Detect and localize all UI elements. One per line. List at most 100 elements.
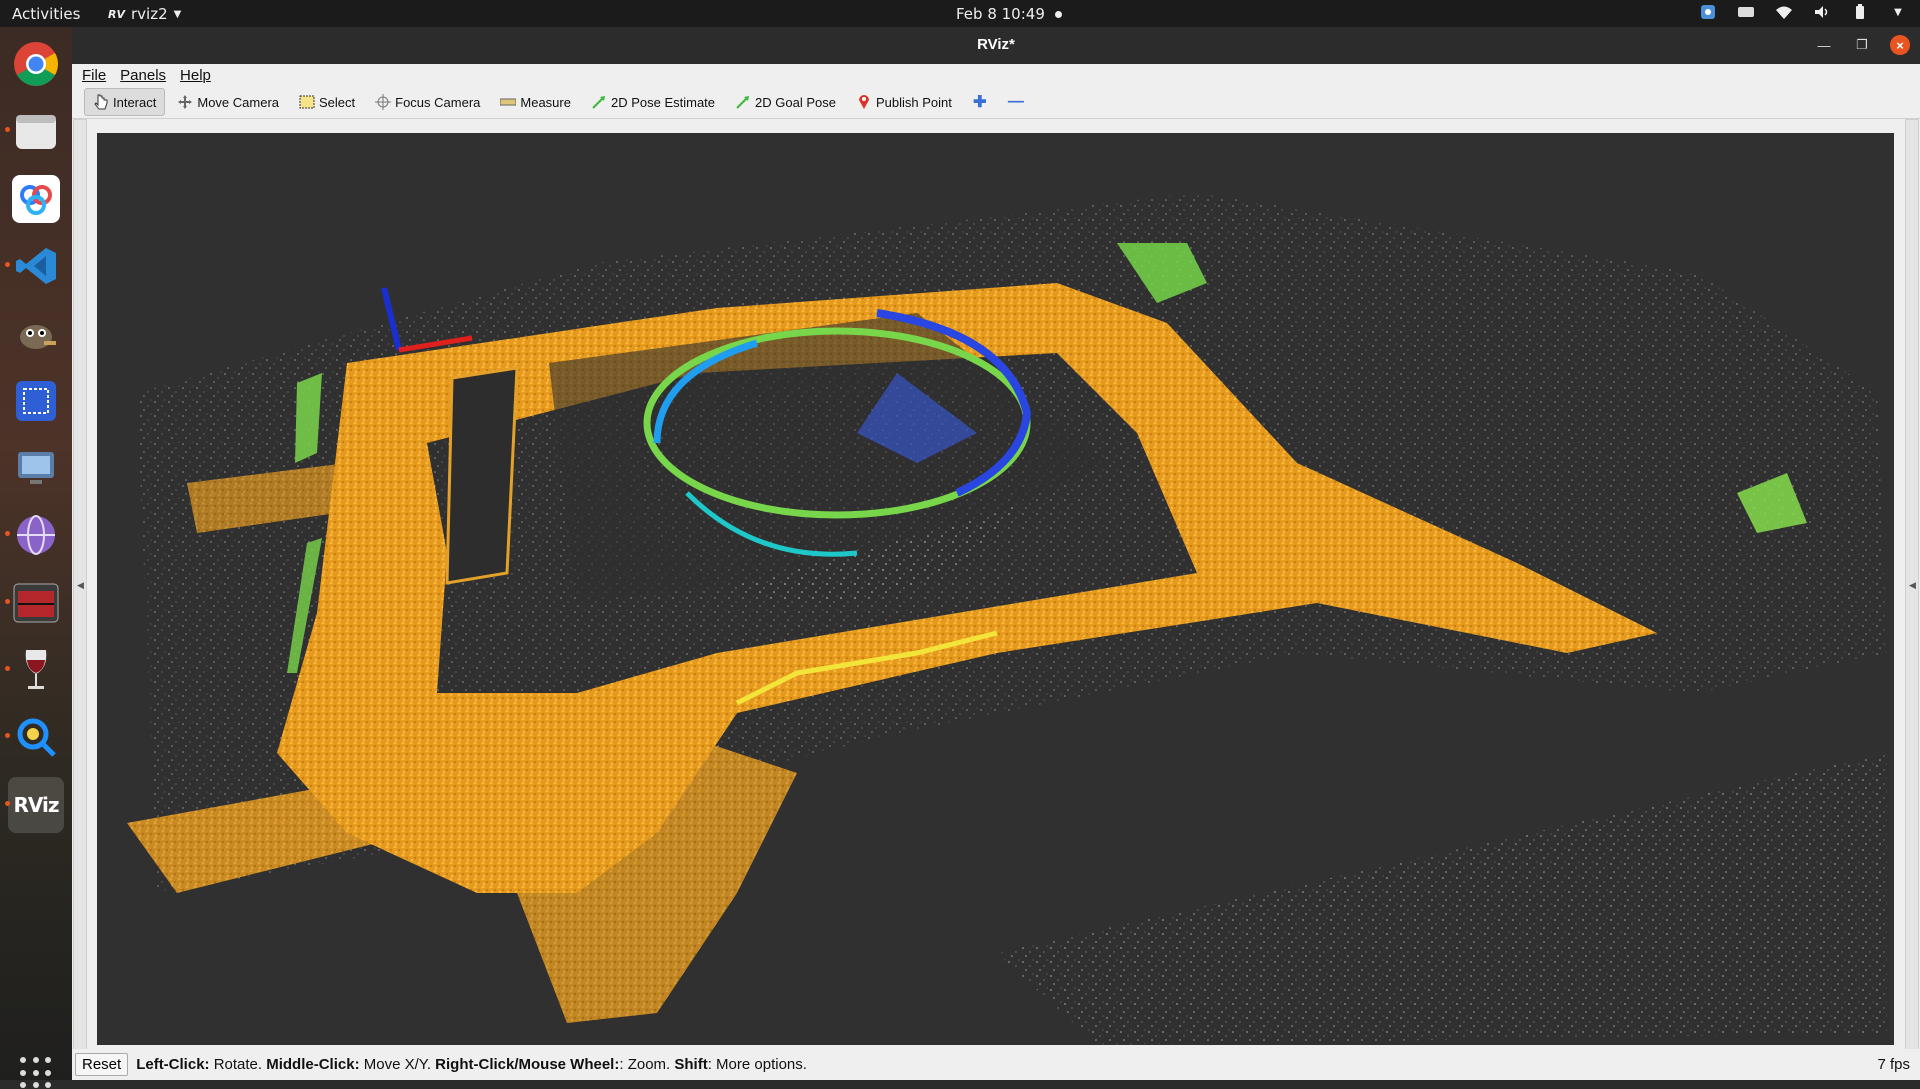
dock-screenshot[interactable] bbox=[8, 373, 64, 429]
app-menu-label: rviz2 bbox=[130, 5, 168, 23]
show-applications-icon[interactable] bbox=[20, 1057, 52, 1089]
running-indicator bbox=[5, 127, 10, 132]
baidu-netdisk-icon bbox=[12, 175, 60, 223]
keyboard-icon[interactable] bbox=[1738, 4, 1754, 20]
status-middle-click-desc: Move X/Y. bbox=[359, 1056, 436, 1073]
menu-help[interactable]: Help bbox=[180, 67, 211, 84]
chevron-right-icon: ◀ bbox=[1909, 580, 1916, 590]
dock-search[interactable] bbox=[5, 709, 64, 765]
dock-terminal[interactable] bbox=[5, 575, 64, 631]
dock-chrome[interactable] bbox=[8, 36, 64, 92]
activities-button[interactable]: Activities bbox=[12, 5, 80, 23]
goal-arrow-icon bbox=[735, 94, 751, 110]
orange-branch-south bbox=[517, 733, 797, 1023]
system-top-bar: Activities RV rviz2 ▼ Feb 8 10:49 ▼ bbox=[0, 0, 1920, 27]
left-dock-collapse-handle[interactable]: ◀ bbox=[73, 119, 87, 1073]
rviz-window: RViz* — ❐ × File Panels Help Interact Mo… bbox=[72, 27, 1920, 1080]
dock-vscode[interactable] bbox=[5, 238, 64, 294]
render-panel: ◀ ◀ bbox=[72, 119, 1920, 1073]
dock-files[interactable] bbox=[5, 103, 64, 159]
rviz-icon: RViz bbox=[13, 793, 59, 817]
tool-2d-goal-pose[interactable]: 2D Goal Pose bbox=[727, 88, 844, 116]
tool-publish-point[interactable]: Publish Point bbox=[848, 88, 960, 116]
add-tool-button[interactable]: ✚ bbox=[964, 88, 996, 116]
volume-icon[interactable] bbox=[1814, 4, 1830, 20]
tool-measure[interactable]: Measure bbox=[492, 88, 579, 116]
gray-road-points bbox=[997, 753, 1887, 1045]
chevron-down-icon: ▼ bbox=[173, 8, 182, 20]
focus-icon bbox=[375, 94, 392, 110]
window-title: RViz* bbox=[977, 36, 1015, 53]
screenshot-icon bbox=[16, 381, 56, 421]
tool-label: Select bbox=[319, 94, 356, 110]
status-left-click: Left-Click: bbox=[136, 1056, 210, 1073]
dock: RViz bbox=[0, 27, 72, 1089]
search-icon bbox=[17, 718, 56, 757]
minus-icon: — bbox=[1007, 93, 1024, 110]
tool-interact[interactable]: Interact bbox=[84, 88, 166, 116]
minimize-icon[interactable]: — bbox=[1814, 35, 1834, 55]
running-indicator bbox=[5, 666, 10, 671]
window-controls: — ❐ × bbox=[1814, 35, 1910, 55]
dock-gimp[interactable] bbox=[8, 305, 64, 361]
dark-building-left bbox=[445, 366, 519, 585]
clock[interactable]: Feb 8 10:49 bbox=[956, 5, 1062, 23]
pose-arrow-icon bbox=[591, 94, 607, 110]
running-indicator bbox=[5, 531, 10, 536]
running-indicator bbox=[5, 262, 10, 267]
status-shift: Shift bbox=[674, 1056, 708, 1073]
3d-viewport[interactable] bbox=[97, 133, 1894, 1045]
clock-label: Feb 8 10:49 bbox=[956, 5, 1045, 23]
wine-icon bbox=[25, 650, 47, 689]
tool-focus-camera[interactable]: Focus Camera bbox=[367, 88, 488, 116]
tool-label: Focus Camera bbox=[395, 94, 481, 110]
dock-baidu-netdisk[interactable] bbox=[8, 171, 64, 227]
tool-label: Publish Point bbox=[875, 94, 952, 110]
status-right-click: Right-Click/Mouse Wheel: bbox=[435, 1056, 620, 1073]
chevron-left-icon: ◀ bbox=[77, 580, 84, 590]
power-menu-chevron-icon[interactable]: ▼ bbox=[1890, 4, 1906, 20]
status-help-text: Left-Click: Rotate. Middle-Click: Move X… bbox=[136, 1056, 807, 1073]
terminal-icon bbox=[13, 583, 59, 623]
remote-desktop-icon bbox=[18, 452, 54, 484]
maximize-icon[interactable]: ❐ bbox=[1852, 35, 1872, 55]
window-titlebar[interactable]: RViz* — ❐ × bbox=[72, 27, 1920, 64]
dock-remote-desktop[interactable] bbox=[8, 440, 64, 496]
status-middle-click: Middle-Click: bbox=[266, 1056, 360, 1073]
tools-toolbar: Interact Move Camera Select Focus Camera… bbox=[72, 86, 1920, 119]
dock-rviz[interactable]: RViz bbox=[5, 777, 64, 833]
pin-icon bbox=[856, 94, 872, 110]
move-icon bbox=[177, 94, 193, 110]
gimp-icon bbox=[20, 325, 56, 349]
tool-label: Move Camera bbox=[197, 94, 279, 110]
notification-dot-icon bbox=[1054, 10, 1062, 18]
running-indicator bbox=[5, 733, 10, 738]
status-shift-desc: : More options. bbox=[707, 1056, 807, 1073]
status-left-click-desc: Rotate. bbox=[209, 1056, 267, 1073]
wifi-icon[interactable] bbox=[1776, 4, 1792, 20]
running-indicator bbox=[5, 599, 10, 604]
files-icon bbox=[16, 115, 56, 149]
cursor-icon bbox=[93, 94, 109, 110]
tool-label: Measure bbox=[520, 94, 571, 110]
reset-button[interactable]: Reset bbox=[75, 1053, 129, 1076]
close-icon[interactable]: × bbox=[1890, 35, 1910, 55]
app-indicator-icon[interactable] bbox=[1700, 4, 1716, 20]
tool-move-camera[interactable]: Move Camera bbox=[169, 88, 287, 116]
tool-label: 2D Goal Pose bbox=[755, 94, 836, 110]
dock-wine[interactable] bbox=[5, 642, 64, 698]
ruler-icon bbox=[500, 94, 517, 110]
dock-network[interactable] bbox=[5, 507, 64, 563]
menu-panels[interactable]: Panels bbox=[120, 67, 166, 84]
menu-bar: File Panels Help bbox=[72, 64, 1920, 86]
menu-file[interactable]: File bbox=[82, 67, 106, 84]
tool-2d-pose-estimate[interactable]: 2D Pose Estimate bbox=[583, 88, 723, 116]
tool-select[interactable]: Select bbox=[291, 88, 363, 116]
system-tray[interactable]: ▼ bbox=[1700, 4, 1906, 20]
status-right-click-desc: : Zoom. bbox=[619, 1056, 675, 1073]
app-menu[interactable]: RV rviz2 ▼ bbox=[108, 5, 181, 23]
vscode-icon bbox=[16, 248, 56, 284]
battery-icon[interactable] bbox=[1852, 4, 1868, 20]
remove-tool-button[interactable]: — bbox=[1000, 88, 1032, 116]
right-dock-collapse-handle[interactable]: ◀ bbox=[1905, 119, 1919, 1073]
